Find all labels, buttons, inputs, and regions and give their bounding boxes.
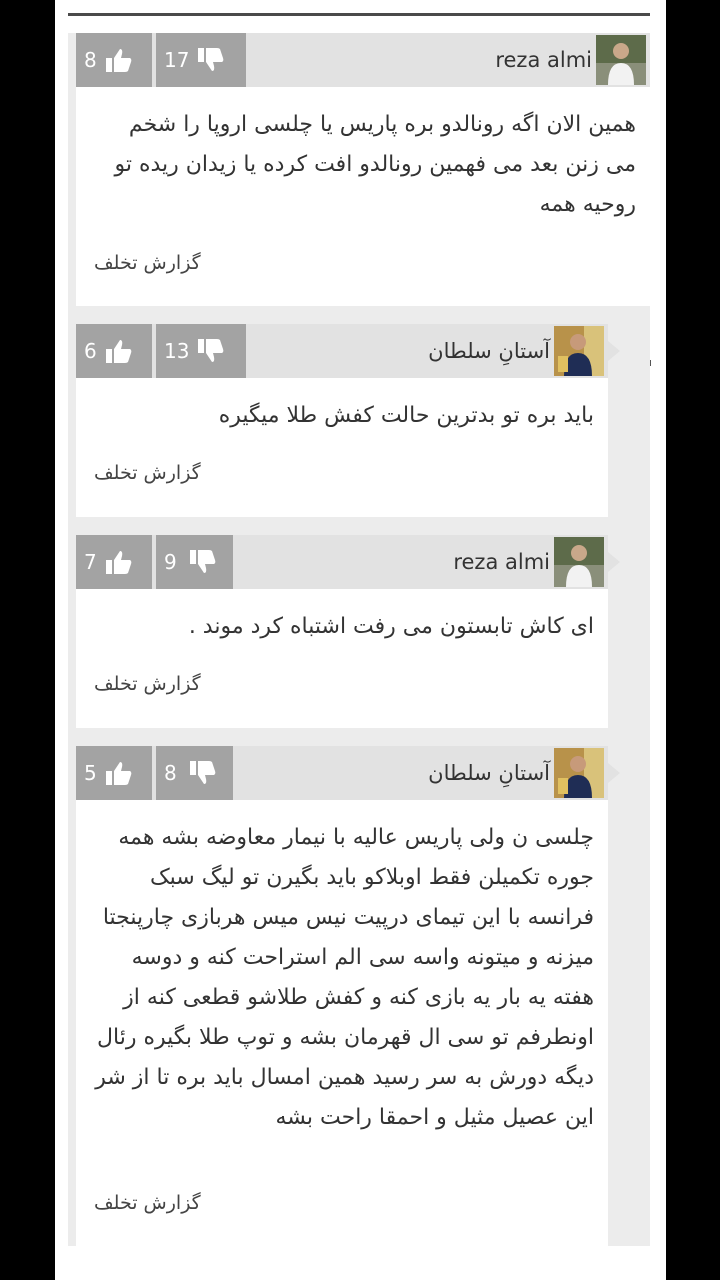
- report-link[interactable]: گزارش تخلف: [94, 1192, 201, 1214]
- dislike-button[interactable]: 8: [156, 746, 233, 800]
- comment-header: 8 17 reza almi: [76, 33, 650, 87]
- like-count: 8: [84, 48, 97, 72]
- avatar[interactable]: [554, 326, 604, 376]
- comment-author[interactable]: reza almi: [453, 535, 550, 589]
- like-button[interactable]: 8: [76, 33, 152, 87]
- dislike-button[interactable]: 17: [156, 33, 246, 87]
- thumbs-down-icon: [190, 550, 216, 573]
- comment-author[interactable]: آستانِ سلطان: [428, 324, 550, 378]
- avatar-image: [554, 748, 604, 798]
- top-divider: [68, 13, 650, 16]
- comment-body: باید بره تو بدترین حالت کفش طلا میگیره گ…: [76, 378, 608, 517]
- dislike-count: 17: [164, 48, 190, 72]
- thumbs-down-icon: [190, 761, 216, 784]
- dislike-count: 8: [164, 761, 177, 785]
- dislike-button[interactable]: 9: [156, 535, 233, 589]
- comment-body: همین الان اگه رونالدو بره پاریس یا چلسی …: [76, 87, 650, 306]
- like-count: 6: [84, 339, 97, 363]
- comment-header: 5 8 آستانِ سلطان: [76, 746, 608, 800]
- comment-text: همین الان اگه رونالدو بره پاریس یا چلسی …: [114, 112, 636, 217]
- comment-text: ای کاش تابستون می رفت اشتباه کرد موند .: [188, 614, 594, 639]
- like-button[interactable]: 6: [76, 324, 152, 378]
- thumbs-up-icon: [106, 762, 132, 785]
- report-link[interactable]: گزارش تخلف: [94, 462, 201, 484]
- comment-header: 6 13 آستانِ سلطان: [76, 324, 608, 378]
- avatar[interactable]: [596, 35, 646, 85]
- header-pointer: [608, 763, 620, 783]
- avatar-image: [554, 326, 604, 376]
- like-count: 5: [84, 761, 97, 785]
- header-pointer: [608, 341, 620, 361]
- header-pointer: [608, 552, 620, 572]
- thumbs-down-icon: [198, 339, 224, 362]
- comment-body: چلسی ن ولی پاریس عالیه با نیمار معاوضه ب…: [76, 800, 608, 1246]
- thumbs-up-icon: [106, 49, 132, 72]
- comment-card: 8 17 reza almi همین الان اگه رونالدو بره…: [76, 33, 650, 306]
- avatar[interactable]: [554, 537, 604, 587]
- comment-author[interactable]: reza almi: [495, 33, 592, 87]
- comment-panel: 8 17 reza almi همین الان اگه رونالدو بره…: [68, 33, 650, 306]
- like-button[interactable]: 5: [76, 746, 152, 800]
- comment-header: 7 9 reza almi: [76, 535, 608, 589]
- thumbs-up-icon: [106, 340, 132, 363]
- comment-card: 5 8 آستانِ سلطان چلسی ن ولی پاریس عالیه …: [76, 746, 620, 1246]
- comment-text: چلسی ن ولی پاریس عالیه با نیمار معاوضه ب…: [95, 825, 594, 1130]
- replies-panel: 6 13 آستانِ سلطان باید بره تو بدترین حال…: [68, 306, 650, 1246]
- dislike-count: 9: [164, 550, 177, 574]
- comment-text: باید بره تو بدترین حالت کفش طلا میگیره: [218, 403, 594, 428]
- comment-card: 7 9 reza almi ای کاش تابستون می رفت اشتب…: [76, 535, 620, 728]
- report-link[interactable]: گزارش تخلف: [94, 673, 201, 695]
- comment-author[interactable]: آستانِ سلطان: [428, 746, 550, 800]
- thumbs-up-icon: [106, 551, 132, 574]
- avatar[interactable]: [554, 748, 604, 798]
- like-count: 7: [84, 550, 97, 574]
- like-button[interactable]: 7: [76, 535, 152, 589]
- avatar-image: [554, 537, 604, 587]
- dislike-button[interactable]: 13: [156, 324, 246, 378]
- avatar-image: [596, 35, 646, 85]
- report-link[interactable]: گزارش تخلف: [94, 252, 201, 274]
- thumbs-down-icon: [198, 48, 224, 71]
- dislike-count: 13: [164, 339, 190, 363]
- comment-card: 6 13 آستانِ سلطان باید بره تو بدترین حال…: [76, 324, 620, 517]
- comment-body: ای کاش تابستون می رفت اشتباه کرد موند . …: [76, 589, 608, 728]
